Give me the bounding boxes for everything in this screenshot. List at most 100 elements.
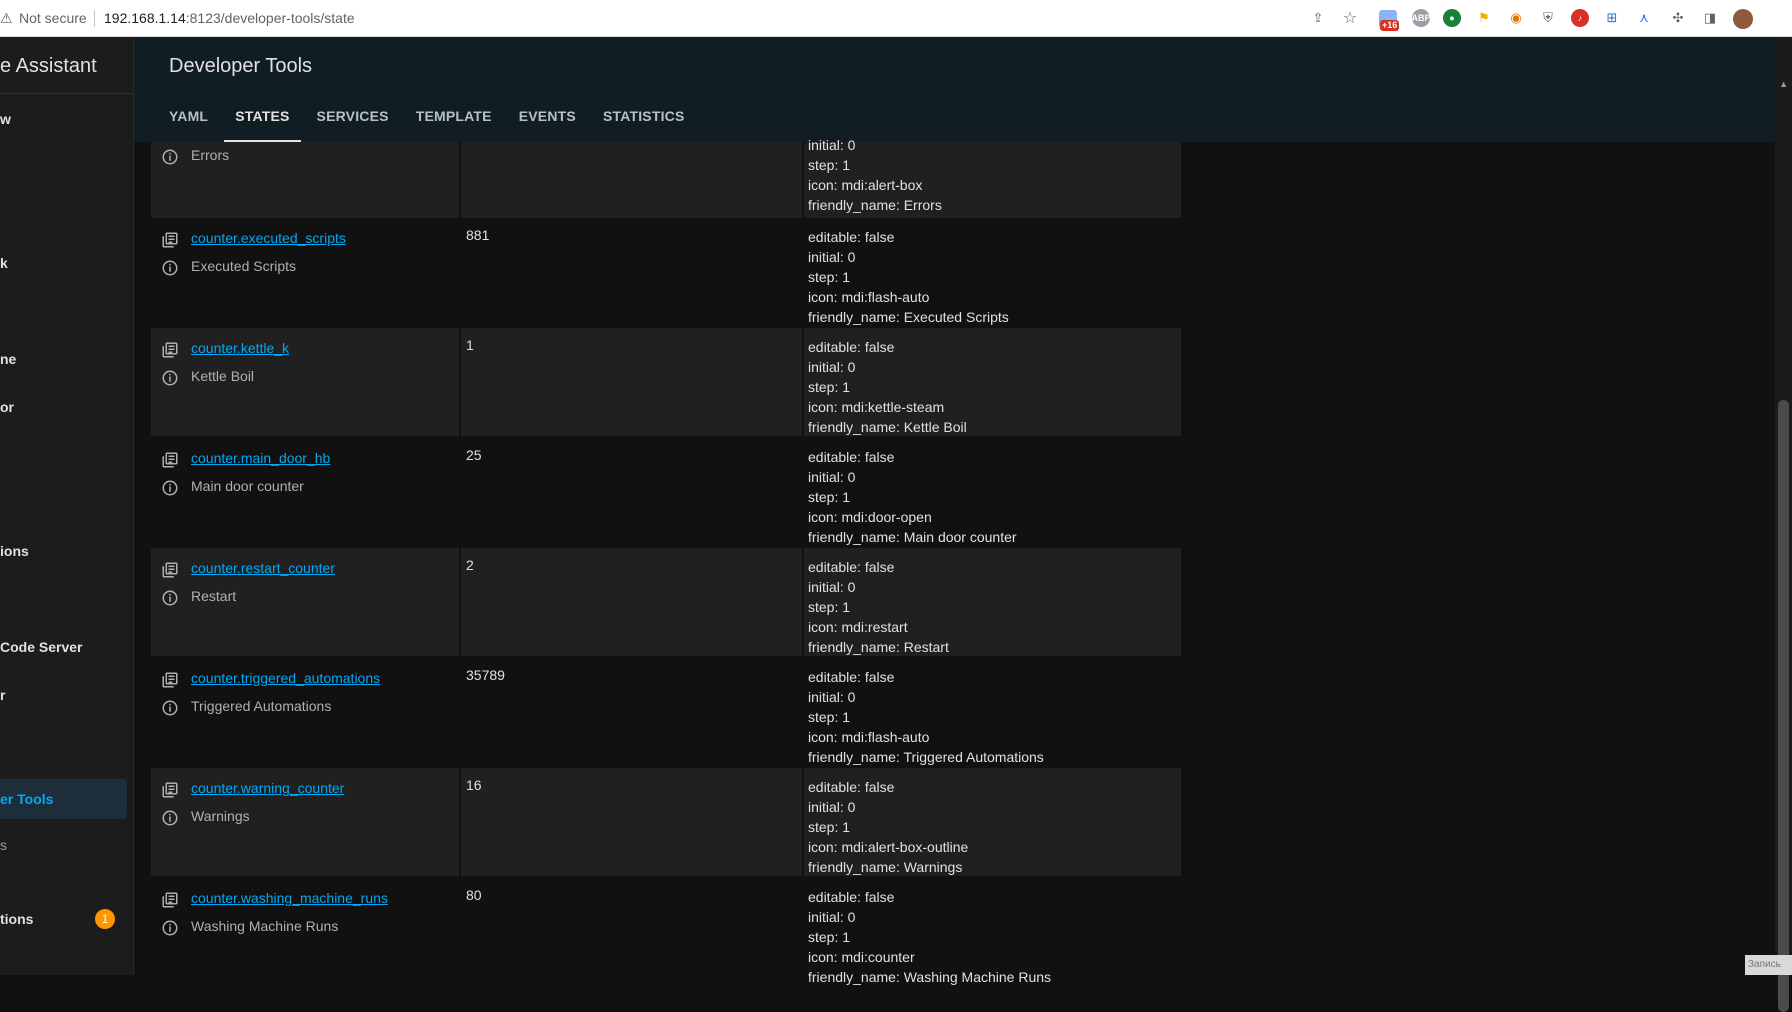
sidebar-title: e Assistant bbox=[0, 55, 97, 77]
tab-states[interactable]: STATES bbox=[224, 98, 301, 142]
entity-id-link[interactable]: counter.washing_machine_runs bbox=[191, 890, 388, 906]
not-secure-label[interactable]: Not secure bbox=[19, 10, 87, 26]
entity-friendly-name: Triggered Automations bbox=[191, 698, 332, 714]
state-cell: 25 bbox=[461, 438, 802, 546]
tab-services[interactable]: SERVICES bbox=[317, 98, 389, 142]
attribute-line: icon: mdi:alert-box-outline bbox=[808, 839, 969, 855]
copy-icon[interactable] bbox=[161, 561, 179, 579]
copy-icon[interactable] bbox=[161, 341, 179, 359]
entity-id-link[interactable]: counter.triggered_automations bbox=[191, 670, 380, 686]
shield-icon[interactable]: ⛨ bbox=[1539, 9, 1557, 27]
scrollbar[interactable]: ▲ bbox=[1775, 37, 1792, 1012]
tab-statistics[interactable]: STATISTICS bbox=[603, 98, 685, 142]
sidebar-item-4[interactable]: or bbox=[0, 399, 14, 415]
entity-id-link[interactable]: counter.restart_counter bbox=[191, 560, 335, 576]
entity-friendly-name: Errors bbox=[191, 147, 230, 163]
sidepanel-icon[interactable]: ◨ bbox=[1701, 9, 1719, 27]
attribute-line: step: 1 bbox=[808, 819, 851, 835]
star-icon[interactable]: ☆ bbox=[1341, 9, 1359, 27]
tab-yaml[interactable]: YAML bbox=[169, 98, 208, 142]
copy-icon[interactable] bbox=[161, 671, 179, 689]
info-icon[interactable] bbox=[161, 699, 179, 717]
entity-id-link[interactable]: counter.executed_scripts bbox=[191, 230, 346, 246]
state-value: 1 bbox=[466, 337, 474, 353]
copy-icon[interactable] bbox=[161, 891, 179, 909]
table-row: counter.warning_counter Warnings 16 edit… bbox=[151, 768, 1181, 878]
entity-cell: counter.kettle_k Kettle Boil bbox=[151, 328, 459, 436]
pdf-extension-icon[interactable]: ⋏ bbox=[1635, 9, 1653, 27]
attribute-line: icon: mdi:door-open bbox=[808, 509, 932, 525]
share-icon[interactable]: ⇪ bbox=[1309, 9, 1327, 27]
attributes-cell: editable: false initial: 0 step: 1 icon: md… bbox=[804, 218, 1181, 326]
sidebar-item-5[interactable]: ions bbox=[0, 543, 29, 559]
entity-friendly-name: Main door counter bbox=[191, 478, 304, 494]
sidebar-item-developer-tools-label: er Tools bbox=[0, 791, 54, 807]
info-icon[interactable] bbox=[161, 479, 179, 497]
copy-icon[interactable] bbox=[161, 231, 179, 249]
info-icon[interactable] bbox=[161, 148, 179, 166]
entity-friendly-name: Warnings bbox=[191, 808, 250, 824]
state-cell: 881 bbox=[461, 218, 802, 326]
table-row: counter.washing_machine_runs Washing Mac… bbox=[151, 878, 1181, 988]
avatar[interactable] bbox=[1733, 9, 1753, 29]
sidebar-item-9[interactable]: s bbox=[0, 837, 7, 853]
attribute-line: step: 1 bbox=[808, 929, 851, 945]
attribute-line: editable: false bbox=[808, 229, 895, 245]
tab-events[interactable]: EVENTS bbox=[519, 98, 576, 142]
page-title: Developer Tools bbox=[169, 55, 313, 77]
url-field[interactable]: 192.168.1.14:8123/developer-tools/state bbox=[104, 10, 355, 26]
info-icon[interactable] bbox=[161, 919, 179, 937]
address-separator bbox=[94, 10, 95, 27]
scroll-up-arrow-icon[interactable]: ▲ bbox=[1779, 79, 1788, 89]
browser-address-bar: ⚠ Not secure 192.168.1.14:8123/developer… bbox=[0, 0, 1792, 37]
attributes-cell: editable: false initial: 0 step: 1 icon: md… bbox=[804, 548, 1181, 656]
attribute-line: step: 1 bbox=[808, 489, 851, 505]
table-row: counter.restart_counter Restart 2 editab… bbox=[151, 548, 1181, 658]
attribute-line: step: 1 bbox=[808, 379, 851, 395]
blue-extension-icon[interactable]: ⊞ bbox=[1603, 9, 1621, 27]
attribute-line: icon: mdi:flash-auto bbox=[808, 729, 930, 745]
attribute-line: initial: 0 bbox=[808, 799, 856, 815]
orange-extension-icon[interactable]: ◉ bbox=[1507, 9, 1525, 27]
attributes-list: editable: false initial: 0 step: 1 icon: md… bbox=[808, 447, 1017, 547]
sidebar-item-2[interactable]: k bbox=[0, 255, 8, 271]
copy-icon[interactable] bbox=[161, 451, 179, 469]
copy-icon[interactable] bbox=[161, 781, 179, 799]
info-icon[interactable] bbox=[161, 369, 179, 387]
attribute-line: friendly_name: Errors bbox=[808, 197, 942, 213]
sidebar-item-code-server[interactable]: Code Server bbox=[0, 639, 82, 655]
sidebar-item-overview[interactable]: w bbox=[0, 111, 11, 127]
attribute-line: editable: false bbox=[808, 559, 895, 575]
sidebar-item-notifications[interactable]: tions bbox=[0, 911, 33, 927]
attribute-line: friendly_name: Restart bbox=[808, 639, 949, 655]
sidebar-item-7[interactable]: r bbox=[0, 687, 5, 703]
green-extension-icon[interactable]: ● bbox=[1443, 9, 1461, 27]
red-extension-icon[interactable]: ♪ bbox=[1571, 9, 1589, 27]
puzzle-icon[interactable]: ✣ bbox=[1669, 9, 1687, 27]
attribute-line: friendly_name: Executed Scripts bbox=[808, 309, 1009, 325]
info-icon[interactable] bbox=[161, 809, 179, 827]
entity-id-link[interactable]: counter.kettle_k bbox=[191, 340, 289, 356]
entity-id-link[interactable]: counter.warning_counter bbox=[191, 780, 344, 796]
scrollbar-thumb[interactable] bbox=[1778, 400, 1789, 1012]
warning-icon[interactable]: ⚠ bbox=[0, 9, 13, 27]
sidebar-item-3[interactable]: ne bbox=[0, 351, 16, 367]
attributes-cell: editable: false initial: 0 step: 1 icon: md… bbox=[804, 878, 1181, 986]
info-icon[interactable] bbox=[161, 589, 179, 607]
entity-id-link[interactable]: counter.main_door_hb bbox=[191, 450, 330, 466]
attribute-line: friendly_name: Triggered Automations bbox=[808, 749, 1044, 765]
attribute-line: initial: 0 bbox=[808, 249, 856, 265]
yellow-extension-icon[interactable]: ⚑ bbox=[1475, 9, 1493, 27]
attributes-cell: editable: false initial: 0 step: 1 icon: md… bbox=[804, 328, 1181, 436]
state-value: 881 bbox=[466, 227, 490, 243]
attributes-list: editable: false initial: 0 step: 1 icon: md… bbox=[808, 557, 949, 657]
attribute-line: initial: 0 bbox=[808, 359, 856, 375]
attributes-list: editable: false initial: 0 step: 1 icon: md… bbox=[808, 777, 968, 877]
adblock-icon[interactable]: ABP bbox=[1412, 9, 1431, 27]
url-path: :8123/developer-tools/state bbox=[185, 10, 355, 26]
state-cell: 35789 bbox=[461, 658, 802, 766]
tab-template[interactable]: TEMPLATE bbox=[416, 98, 492, 142]
attribute-line: editable: false bbox=[808, 339, 895, 355]
info-icon[interactable] bbox=[161, 259, 179, 277]
state-value: 80 bbox=[466, 887, 482, 903]
